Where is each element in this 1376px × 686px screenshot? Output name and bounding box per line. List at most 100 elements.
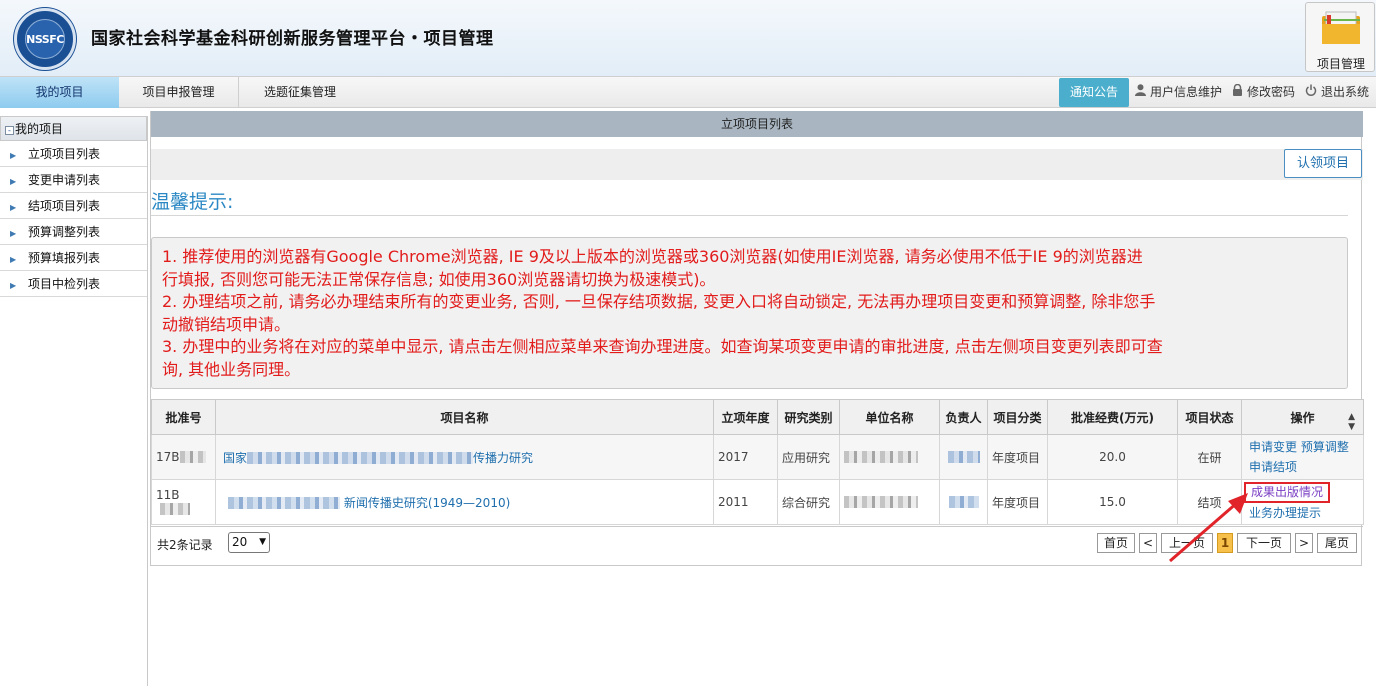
first-page-button[interactable]: 首页 (1097, 533, 1135, 553)
column-header-actions[interactable]: 操作 ▲ ▼ (1241, 399, 1364, 435)
funding-cell: 20.0 (1047, 434, 1178, 480)
funding-cell: 15.0 (1047, 479, 1178, 525)
tip-line: 1. 推荐使用的浏览器有Google Chrome浏览器, IE 9及以上版本的… (162, 247, 1143, 266)
page-size-value: 20 (232, 535, 248, 549)
redacted-text (844, 451, 918, 463)
project-name-link[interactable]: 新闻传播史研究(1949—2010) (220, 496, 510, 510)
sort-icon[interactable]: ▲ ▼ (1348, 412, 1355, 432)
tips-box: 1. 推荐使用的浏览器有Google Chrome浏览器, IE 9及以上版本的… (151, 237, 1348, 389)
approval-number: 11B (156, 488, 180, 502)
app-title: 国家社会科学基金科研创新服务管理平台・项目管理 (91, 29, 494, 49)
change-password-link[interactable]: 修改密码 (1230, 77, 1295, 108)
column-header[interactable]: 负责人 (939, 399, 988, 435)
budget-adjust-link[interactable]: 预算调整 (1301, 440, 1349, 454)
year-cell: 2011 (713, 479, 778, 525)
publication-status-link[interactable]: 成果出版情况 (1244, 481, 1331, 503)
redacted-text (179, 451, 206, 463)
category-cell: 应用研究 (777, 434, 840, 480)
claim-project-button[interactable]: 认领项目 (1284, 149, 1362, 178)
arrow-right-icon: ▶ (10, 203, 17, 212)
category-cell: 综合研究 (777, 479, 840, 525)
tips-title: 温馨提示: (151, 191, 234, 213)
user-info-link[interactable]: 用户信息维护 (1133, 77, 1222, 108)
change-password-label: 修改密码 (1247, 85, 1296, 99)
apply-closure-link[interactable]: 申请结项 (1249, 460, 1297, 474)
sidebar-item-midterm-check[interactable]: ▶ 项目中检列表 (0, 271, 147, 297)
tip-line: 2. 办理结项之前, 请务必办理结束所有的变更业务, 否则, 一旦保存结项数据,… (162, 292, 1156, 311)
column-header[interactable]: 项目名称 (215, 399, 714, 435)
sidebar-header[interactable]: - 我的项目 (0, 116, 147, 141)
tab-topic-collection[interactable]: 选题征集管理 (240, 77, 360, 108)
arrow-right-icon: ▶ (10, 229, 17, 238)
year-cell: 2017 (713, 434, 778, 480)
arrow-right-icon: ▶ (10, 255, 17, 264)
project-name-cell[interactable]: 新闻传播史研究(1949—2010) (215, 479, 714, 525)
app-header: NSSFC 国家社会科学基金科研创新服务管理平台・项目管理 项目管理 (0, 0, 1376, 76)
page-size-select[interactable]: 20 ▼ (228, 532, 270, 553)
type-cell: 年度项目 (987, 479, 1048, 525)
column-header-label: 操作 (1290, 410, 1315, 425)
sidebar-item-approved-projects[interactable]: ▶ 立项项目列表 (0, 141, 147, 167)
project-name-cell[interactable]: 国家 传播力研究 (215, 434, 714, 480)
column-header[interactable]: 立项年度 (713, 399, 778, 435)
annotation-arrow-icon (1169, 493, 1248, 563)
collapse-icon: - (5, 126, 14, 135)
redacted-text (247, 451, 474, 464)
table-row: 17B 国家 传播力研究 2017 应用研究 年度项目 20.0 在研 申请变更 … (151, 434, 1364, 480)
sidebar-item-closed-projects[interactable]: ▶ 结项项目列表 (0, 193, 147, 219)
approval-number: 17B (156, 450, 180, 464)
sidebar-item-change-requests[interactable]: ▶ 变更申请列表 (0, 167, 147, 193)
project-management-module-button[interactable]: 项目管理 (1305, 2, 1375, 72)
sidebar-item-label: 预算填报列表 (28, 251, 101, 265)
arrow-right-icon: ▶ (10, 151, 17, 160)
tip-line: 行填报, 否则您可能无法正常保存信息; 如使用360浏览器请切换为极速模式)。 (162, 269, 716, 289)
sidebar-item-label: 立项项目列表 (28, 147, 101, 161)
sidebar-item-budget-filing[interactable]: ▶ 预算填报列表 (0, 245, 147, 271)
unit-cell (839, 479, 940, 525)
tip-line: 3. 办理中的业务将在对应的菜单中显示, 请点击左侧相应菜单来查询办理进度。如查… (162, 337, 1163, 356)
unit-cell (839, 434, 940, 480)
column-header[interactable]: 批准号 (151, 399, 216, 435)
status-cell: 在研 (1177, 434, 1242, 480)
column-header[interactable]: 批准经费(万元) (1047, 399, 1178, 435)
panel-title: 立项项目列表 (151, 111, 1363, 137)
user-icon (1133, 77, 1147, 108)
next-arrow-button[interactable]: > (1295, 533, 1313, 553)
tab-project-application[interactable]: 项目申报管理 (119, 77, 239, 108)
type-cell: 年度项目 (987, 434, 1048, 480)
project-name-link[interactable]: 国家 传播力研究 (220, 451, 533, 465)
sidebar-item-label: 预算调整列表 (28, 225, 101, 239)
column-header[interactable]: 项目分类 (987, 399, 1048, 435)
column-header[interactable]: 单位名称 (839, 399, 940, 435)
column-header[interactable]: 研究类别 (777, 399, 840, 435)
redacted-text (947, 451, 980, 463)
sidebar-item-label: 项目中检列表 (28, 277, 101, 291)
redacted-text (160, 503, 190, 515)
apply-change-link[interactable]: 申请变更 (1249, 440, 1297, 454)
project-name-suffix: 新闻传播史研究(1949—2010) (343, 495, 511, 510)
lock-icon (1230, 77, 1244, 108)
logo-text: NSSFC (25, 19, 65, 59)
nssfc-logo: NSSFC (14, 8, 76, 70)
approval-number-cell: 17B (151, 434, 216, 480)
sidebar-item-budget-adjustments[interactable]: ▶ 预算调整列表 (0, 219, 147, 245)
redacted-text (844, 496, 918, 508)
tab-my-projects[interactable]: 我的项目 (0, 77, 119, 108)
user-info-label: 用户信息维护 (1150, 85, 1223, 99)
redacted-text (228, 496, 340, 509)
column-header[interactable]: 项目状态 (1177, 399, 1242, 435)
prev-arrow-button[interactable]: < (1139, 533, 1157, 553)
arrow-right-icon: ▶ (10, 281, 17, 290)
sidebar: - 我的项目 ▶ 立项项目列表 ▶ 变更申请列表 ▶ 结项项目列表 ▶ 预算调整列表 ▶ 预… (0, 116, 148, 686)
chevron-down-icon: ▼ (259, 537, 266, 547)
actions-cell: 成果出版情况 业务办理提示 (1241, 479, 1364, 525)
notice-button[interactable]: 通知公告 (1059, 78, 1129, 107)
logout-link[interactable]: 退出系统 (1304, 77, 1369, 108)
tip-line: 询, 其他业务同理。 (162, 359, 301, 379)
actions-cell: 申请变更 预算调整 申请结项 (1241, 434, 1364, 480)
power-icon (1304, 77, 1318, 108)
sidebar-item-label: 变更申请列表 (28, 173, 101, 187)
last-page-button[interactable]: 尾页 (1317, 533, 1357, 553)
project-name-suffix: 传播力研究 (473, 450, 534, 465)
business-tips-link[interactable]: 业务办理提示 (1244, 506, 1321, 520)
